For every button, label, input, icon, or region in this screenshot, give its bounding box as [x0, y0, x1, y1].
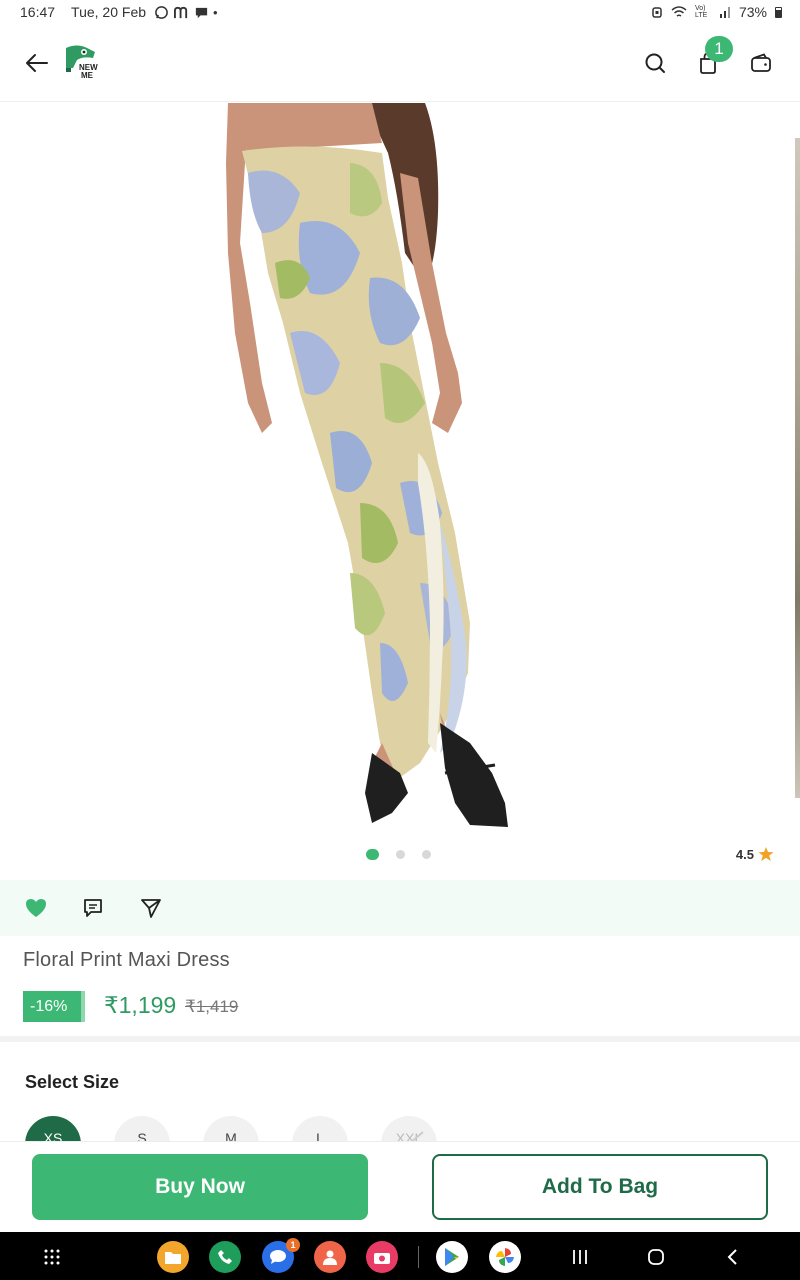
camera-icon — [374, 1252, 390, 1264]
rating-value: 4.5 — [735, 846, 754, 862]
volte-label: Vo) LTE — [694, 5, 708, 19]
star-icon — [758, 847, 774, 861]
select-size-heading: Select Size — [25, 1072, 120, 1092]
add-to-bag-button[interactable]: Add To Bag — [432, 1154, 768, 1220]
my-files-app[interactable] — [157, 1241, 189, 1273]
recents-icon — [573, 1250, 587, 1264]
size-option-xxl[interactable]: XXL — [381, 1116, 437, 1142]
comment-icon — [84, 899, 102, 917]
photos-app[interactable] — [489, 1241, 521, 1273]
status-left: 16:47 Tue, 20 Feb • — [20, 4, 218, 20]
status-right: Vo) LTE 73% — [651, 4, 782, 20]
message-icon — [270, 1250, 286, 1264]
camera-app[interactable] — [366, 1241, 398, 1273]
size-option-l[interactable]: L — [292, 1116, 348, 1142]
app-drawer-button[interactable] — [39, 1244, 65, 1270]
wallet-button[interactable] — [746, 48, 776, 78]
size-option-xs[interactable]: XS — [25, 1116, 81, 1142]
pagination-dot[interactable] — [422, 850, 431, 859]
discount-badge: -16% — [23, 991, 85, 1022]
home-icon — [648, 1249, 664, 1265]
grid-icon — [44, 1249, 60, 1265]
product-rating: 4.5 — [736, 846, 774, 862]
system-back-button[interactable] — [719, 1244, 745, 1270]
gallery-pagination — [366, 849, 431, 860]
reviews-button[interactable] — [79, 894, 107, 922]
play-store-app[interactable] — [436, 1241, 468, 1273]
system-nav-bar: 1 — [0, 1232, 800, 1280]
section-divider — [0, 1036, 800, 1042]
person-icon — [323, 1250, 337, 1265]
arrow-left-icon — [26, 54, 48, 72]
chevron-left-icon — [727, 1249, 737, 1265]
share-button[interactable] — [137, 894, 165, 922]
size-option-s[interactable]: S — [114, 1116, 170, 1142]
product-title: Floral Print Maxi Dress — [23, 949, 230, 971]
app-header: NEW ME — [0, 28, 800, 102]
play-store-icon — [445, 1248, 459, 1266]
contacts-app[interactable] — [314, 1241, 346, 1273]
m-app-icon — [174, 6, 188, 18]
status-date: Tue, 20 Feb — [71, 4, 147, 20]
search-icon — [645, 53, 665, 73]
pagination-dot[interactable] — [396, 850, 405, 859]
product-image — [226, 103, 508, 827]
wallet-icon — [751, 53, 771, 72]
product-image-gallery[interactable] — [0, 103, 800, 838]
battery-icon — [775, 6, 782, 18]
svg-text:ME: ME — [81, 71, 94, 80]
product-action-strip — [0, 880, 800, 936]
heart-icon — [26, 899, 46, 917]
home-button[interactable] — [643, 1244, 669, 1270]
signal-icon — [719, 7, 730, 18]
status-dot: • — [213, 4, 218, 20]
pinwheel-icon — [496, 1248, 514, 1266]
messages-badge: 1 — [286, 1238, 300, 1252]
size-options: XS S M L XXL — [25, 1116, 800, 1142]
battery-percent: 73% — [738, 4, 767, 20]
dock-separator — [418, 1246, 419, 1268]
recents-button[interactable] — [567, 1244, 593, 1270]
folder-icon — [165, 1251, 181, 1264]
status-bar: 16:47 Tue, 20 Feb • Vo) LTE 73% — [0, 0, 800, 24]
phone-app[interactable] — [209, 1241, 241, 1273]
alarm-icon — [652, 6, 662, 18]
product-price: ₹1,199 — [104, 992, 177, 1018]
size-option-m[interactable]: M — [203, 1116, 259, 1142]
product-mrp: ₹1,419 — [185, 997, 239, 1016]
wishlist-button[interactable] — [22, 894, 50, 922]
cta-bar: Buy Now Add To Bag — [0, 1141, 800, 1231]
phone-icon — [218, 1250, 232, 1264]
status-time: 16:47 — [20, 4, 56, 20]
wifi-icon — [671, 5, 687, 17]
next-image-peek — [795, 138, 800, 798]
cart-count-badge: 1 — [705, 36, 733, 62]
messages-app[interactable]: 1 — [262, 1238, 300, 1273]
chat-bubble-icon — [195, 7, 208, 18]
pagination-dot-active[interactable] — [366, 849, 379, 860]
notification-icons: • — [154, 5, 218, 20]
brand-logo[interactable]: NEW ME — [63, 44, 107, 84]
whatsapp-icon — [155, 5, 168, 19]
buy-now-button[interactable]: Buy Now — [32, 1154, 368, 1220]
search-button[interactable] — [640, 48, 670, 78]
back-button[interactable] — [22, 48, 52, 78]
send-icon — [141, 899, 161, 918]
chameleon-logo-icon: NEW ME — [66, 45, 98, 80]
